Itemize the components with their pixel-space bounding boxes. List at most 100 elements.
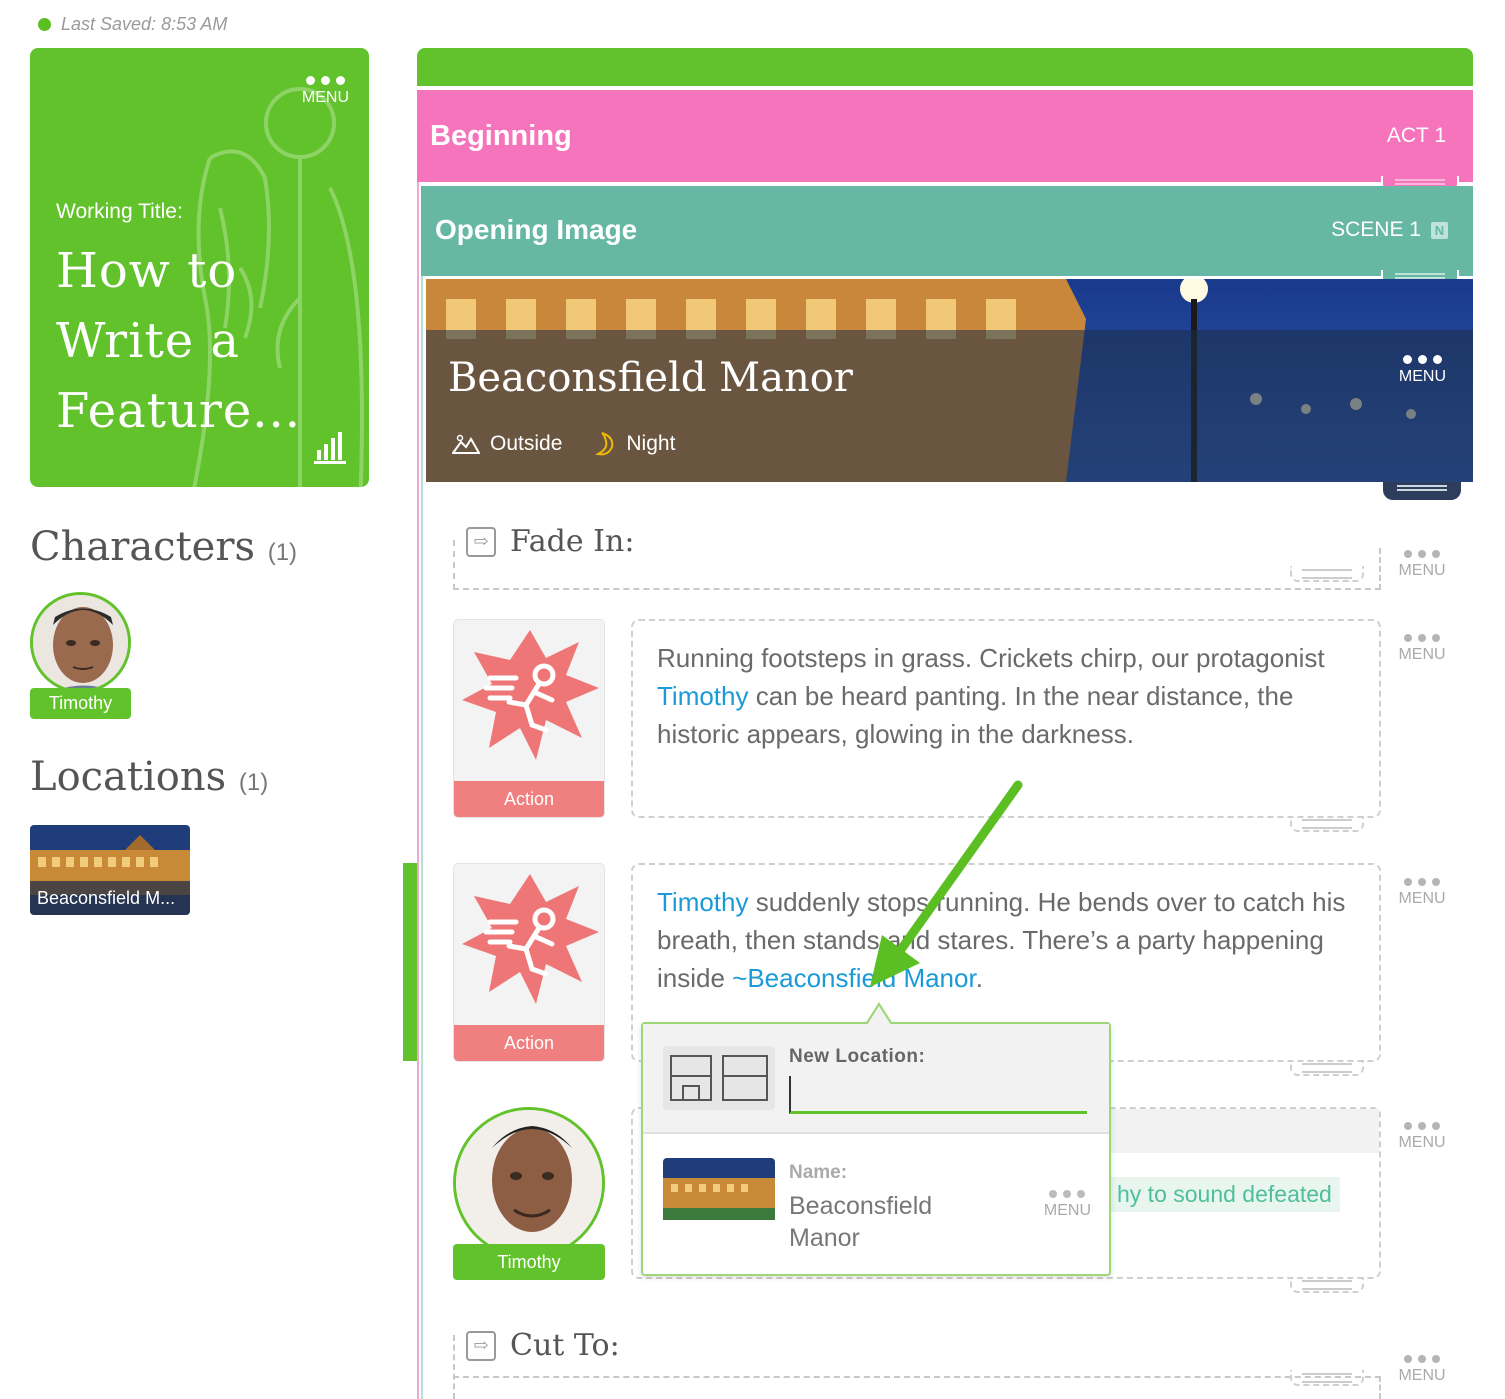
character-avatar-timothy[interactable] <box>30 592 131 693</box>
ellipsis-icon <box>1392 878 1452 886</box>
action-tile[interactable]: Action <box>453 619 605 818</box>
location-thumbnail[interactable]: Beaconsfield M... <box>30 825 190 915</box>
act-title: Beginning <box>430 120 572 152</box>
working-title-label: Working Title: <box>56 200 183 223</box>
character-link[interactable]: Timothy <box>657 887 749 917</box>
fade-in-border <box>453 540 455 590</box>
action-menu-label: MENU <box>1398 890 1446 907</box>
ellipsis-icon <box>1392 634 1452 642</box>
dialogue-character-name[interactable]: Timothy <box>453 1244 605 1280</box>
setting-item: Outside <box>452 432 562 456</box>
action-menu-label: MENU <box>1398 646 1446 663</box>
action-text-part: Running footsteps in grass. Crickets chi… <box>657 643 1325 673</box>
location-autocomplete-popup[interactable]: New Location: Name: Beaconsfield Manor M… <box>641 1002 1111 1276</box>
location-menu-button[interactable]: MENU <box>1399 355 1446 386</box>
cut-to-border <box>453 1335 455 1399</box>
note-badge-icon[interactable]: N <box>1431 221 1448 239</box>
new-location-input[interactable] <box>789 1076 1087 1114</box>
action-menu-button[interactable]: MENU <box>1392 634 1452 664</box>
running-man-icon <box>462 630 599 760</box>
location-drag-handle[interactable] <box>1383 482 1461 500</box>
suggestion-name-label: Name: <box>789 1162 848 1183</box>
scene-title: Opening Image <box>435 214 638 245</box>
scene-label-group: SCENE 1 N <box>1331 218 1448 242</box>
project-menu-button[interactable]: MENU <box>302 76 349 107</box>
suggestion-menu-label: MENU <box>1043 1202 1091 1219</box>
ellipsis-icon <box>1399 355 1446 364</box>
location-banner-overlay <box>426 330 1473 482</box>
location-banner[interactable]: Beaconsfield Manor Outside Night MENU <box>426 279 1473 482</box>
suggestion-name-value[interactable]: Beaconsfield Manor <box>789 1190 969 1254</box>
save-status-text: Last Saved: 8:53 AM <box>61 14 228 34</box>
new-location-label: New Location: <box>789 1046 926 1067</box>
suggestion-menu-button[interactable]: MENU <box>1044 1190 1091 1220</box>
location-banner-meta: Outside Night <box>452 431 675 457</box>
character-link[interactable]: Timothy <box>657 681 749 711</box>
location-thumbnail-label: Beaconsfield M... <box>30 881 190 915</box>
fade-in-drag-handle[interactable] <box>1290 566 1364 582</box>
fade-in-border-right <box>1379 548 1381 590</box>
scroll-indicator[interactable] <box>403 863 417 1061</box>
action-tile-label: Action <box>454 781 604 817</box>
project-menu-label: MENU <box>301 89 349 106</box>
transition-icon: ⇨ <box>466 526 496 557</box>
popup-caret-fill <box>867 1006 891 1025</box>
running-man-icon <box>462 874 599 1004</box>
location-banner-name: Beaconsfield Manor <box>448 355 853 401</box>
fade-in-label: Fade In: <box>510 524 635 559</box>
action-drag-handle[interactable] <box>1290 816 1364 832</box>
action-drag-handle[interactable] <box>1290 1060 1364 1076</box>
scene-label: SCENE 1 <box>1331 218 1421 241</box>
stats-icon[interactable] <box>314 430 346 464</box>
cut-to-border-right <box>1379 1376 1381 1399</box>
action-text[interactable]: Running footsteps in grass. Crickets chi… <box>657 639 1357 753</box>
cut-to-menu-button[interactable]: MENU <box>1392 1355 1452 1385</box>
parenthetical[interactable]: hy to sound defeated <box>1109 1177 1340 1212</box>
locations-count: (1) <box>238 769 269 796</box>
action-menu-button[interactable]: MENU <box>1392 878 1452 908</box>
fade-in-menu-label: MENU <box>1398 562 1446 579</box>
moon-icon <box>595 432 614 456</box>
setting-label: Outside <box>490 432 563 455</box>
time-item: Night <box>594 431 675 457</box>
landscape-icon <box>452 434 480 454</box>
dialogue-header-strip <box>1111 1109 1379 1153</box>
character-name-tag[interactable]: Timothy <box>30 688 131 719</box>
cut-to-transition[interactable]: ⇨ Cut To: <box>466 1328 620 1363</box>
save-status: Last Saved: 8:53 AM <box>38 14 227 35</box>
ellipsis-icon <box>302 76 349 85</box>
ellipsis-icon <box>1044 1190 1091 1198</box>
saved-indicator-icon <box>38 18 51 31</box>
new-location-placeholder-image <box>663 1046 775 1110</box>
fade-in-menu-button[interactable]: MENU <box>1392 550 1452 580</box>
characters-heading-text: Characters <box>30 524 255 570</box>
new-location-section: New Location: <box>643 1002 1109 1134</box>
act-header[interactable]: Beginning ACT 1 <box>417 90 1473 194</box>
dialogue-menu-label: MENU <box>1398 1134 1446 1151</box>
time-label: Night <box>626 432 676 455</box>
suggestion-location-photo <box>663 1158 775 1220</box>
ellipsis-icon <box>1392 1122 1452 1130</box>
project-card[interactable]: MENU Working Title: How to Write a Featu… <box>30 48 369 487</box>
annotation-arrow-icon <box>870 780 1023 987</box>
cut-to-block[interactable] <box>453 1376 1381 1378</box>
ellipsis-icon <box>1392 550 1452 558</box>
dialogue-drag-handle[interactable] <box>1290 1277 1364 1293</box>
action-text-part: can be heard panting. In the near distan… <box>657 681 1294 749</box>
cut-to-drag-handle[interactable] <box>1290 1370 1364 1386</box>
act-guide-line <box>417 182 419 1399</box>
fade-in-transition[interactable]: ⇨ Fade In: <box>466 524 634 559</box>
character-photo <box>33 595 128 690</box>
dialogue-character-avatar[interactable] <box>453 1107 605 1259</box>
cut-to-menu-label: MENU <box>1398 1367 1446 1384</box>
scene-header[interactable]: Opening Image SCENE 1 N <box>421 186 1473 288</box>
characters-heading: Characters (1) <box>30 524 297 570</box>
action-tile[interactable]: Action <box>453 863 605 1062</box>
story-header-bar <box>417 48 1473 86</box>
locations-heading: Locations (1) <box>30 754 268 800</box>
dialogue-menu-button[interactable]: MENU <box>1392 1122 1452 1152</box>
scene-guide-line <box>421 276 423 1399</box>
ellipsis-icon <box>1392 1355 1452 1363</box>
location-menu-label: MENU <box>1398 368 1446 385</box>
locations-heading-text: Locations <box>30 754 227 800</box>
